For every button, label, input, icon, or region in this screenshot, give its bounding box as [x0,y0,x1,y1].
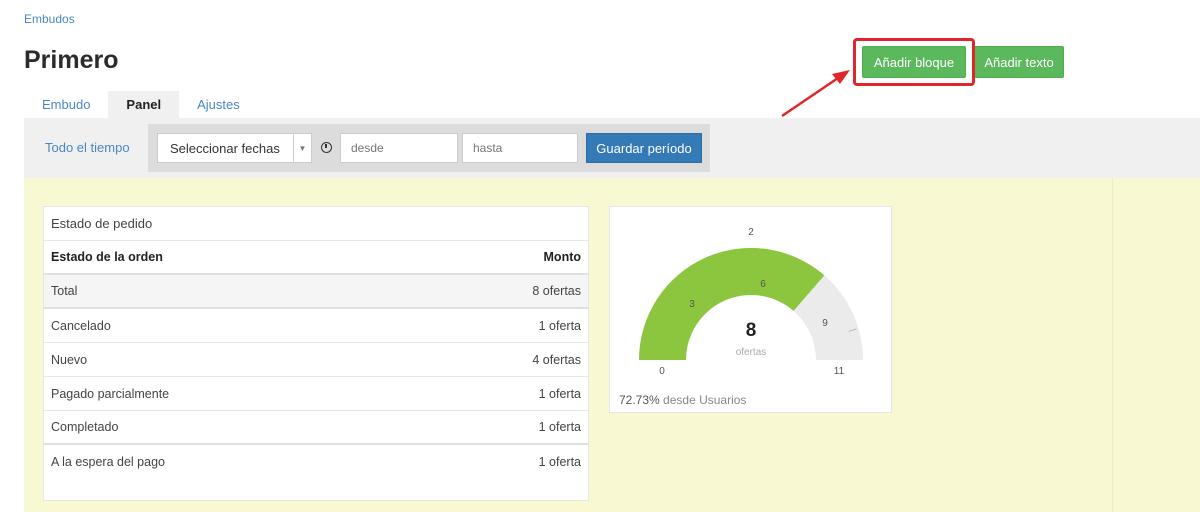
clock-icon [321,142,332,153]
row-amount: 1 oferta [538,420,581,434]
gauge-tick-label: 6 [760,279,766,290]
dashboard-area: Estado de pedido Estado de la orden Mont… [24,178,1200,512]
add-text-button[interactable]: Añadir texto [974,46,1064,78]
row-status: Cancelado [51,318,111,333]
period-toolbar: Todo el tiempo Seleccionar fechas ▼ Guar… [24,118,1200,178]
row-status: Pagado parcialmente [51,386,170,401]
date-range-select[interactable]: Seleccionar fechas ▼ [157,133,312,163]
row-status: Nuevo [51,352,88,367]
page-title: Primero [24,46,119,74]
all-time-link[interactable]: Todo el tiempo [45,140,130,155]
table-header: Estado de la orden Monto [44,241,588,275]
gauge-widget: 0 3 6 9 11 2 8 ofertas 72.73% desde Usuarios [609,206,892,413]
col-status-header: Estado de la orden [51,250,163,264]
gauge-tick-label: 11 [834,366,845,377]
widget-title: Estado de pedido [44,207,588,241]
save-period-button[interactable]: Guardar período [586,133,702,163]
date-range-select-value: Seleccionar fechas [170,140,280,156]
breadcrumb[interactable]: Embudos [24,12,75,26]
row-amount: 1 oferta [538,318,581,333]
order-status-widget: Estado de pedido Estado de la orden Mont… [43,206,589,501]
row-status: A la espera del pago [51,455,165,469]
tab-ajustes[interactable]: Ajustes [179,91,258,118]
table-row: Completado 1 oferta [44,411,588,445]
gauge-tick-label: 3 [689,299,695,310]
table-row: A la espera del pago 1 oferta [44,445,588,479]
row-status: Completado [51,420,119,434]
table-row: Pagado parcialmente 1 oferta [44,377,588,411]
table-row: Nuevo 4 ofertas [44,343,588,377]
caret-down-icon[interactable]: ▼ [293,134,311,162]
gauge-fill [639,248,825,360]
row-amount: 1 oferta [538,455,581,469]
row-amount: 8 ofertas [532,284,581,298]
row-status: Total [51,284,78,298]
column-divider [1112,178,1113,512]
gauge-top-label: 2 [748,227,754,238]
gauge-footer: 72.73% desde Usuarios [619,393,746,407]
date-to-input[interactable] [462,133,578,163]
gauge-tick-label: 0 [659,366,665,377]
row-amount: 4 ofertas [532,352,581,367]
gauge-tick-label: 9 [822,318,828,329]
tab-bar: Embudo Panel Ajustes [24,91,258,118]
tab-panel[interactable]: Panel [108,91,180,118]
table-row: Total 8 ofertas [44,275,588,309]
tab-embudo[interactable]: Embudo [24,91,108,118]
gauge-chart: 0 3 6 9 11 2 8 ofertas [639,227,863,377]
col-amount-header: Monto [543,250,581,264]
gauge-unit: ofertas [736,347,767,358]
gauge-percent: 72.73% [619,393,660,407]
gauge-footer-text: desde Usuarios [663,393,747,407]
highlight-annotation [853,38,975,86]
date-filter: Seleccionar fechas ▼ Guardar período [148,124,710,172]
arrow-annotation-icon [781,70,850,118]
gauge-value: 8 [746,320,757,341]
row-amount: 1 oferta [538,386,581,401]
date-from-input[interactable] [340,133,458,163]
table-row: Cancelado 1 oferta [44,309,588,343]
